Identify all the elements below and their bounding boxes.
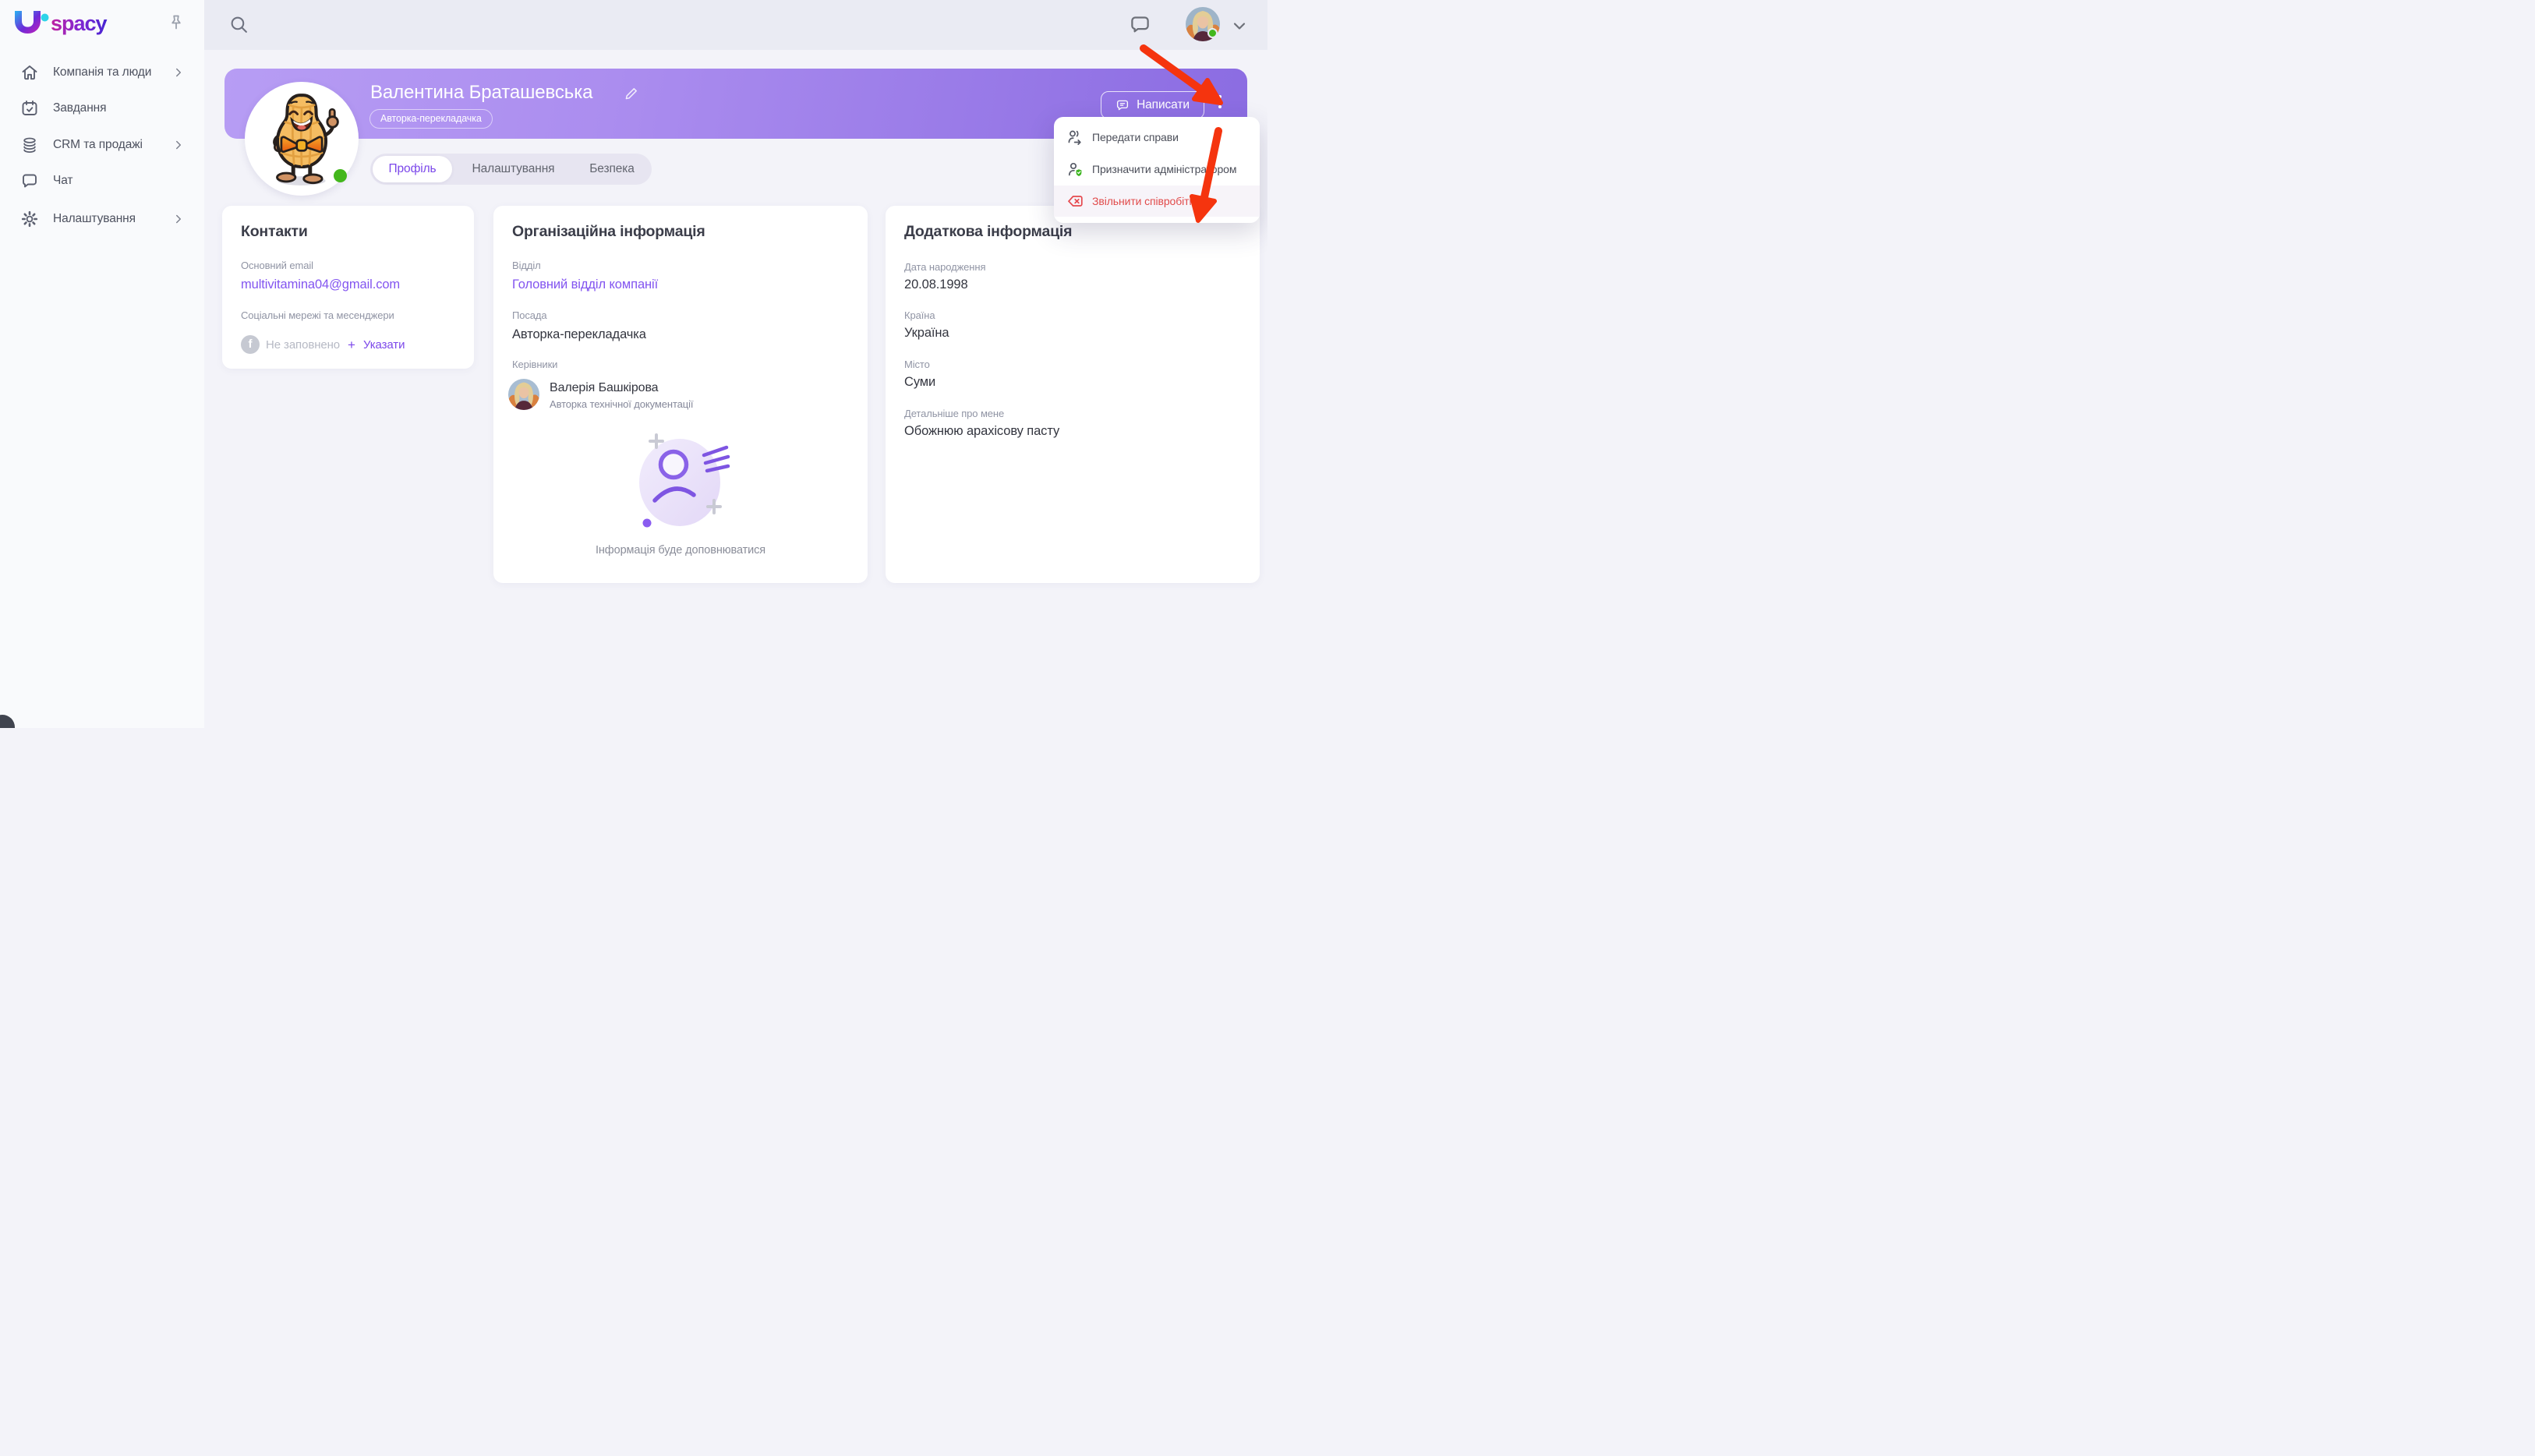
social-empty-text: Не заповнено — [266, 338, 340, 352]
chevron-right-icon — [171, 65, 186, 80]
org-card-title: Організаційна інформація — [512, 223, 705, 241]
manager-row[interactable]: Валерія Башкірова Авторка технічної доку… — [508, 379, 836, 412]
chevron-right-icon — [171, 212, 186, 226]
svg-text:spacy: spacy — [51, 12, 108, 35]
top-bar — [204, 0, 1268, 50]
peanut-character — [258, 90, 345, 188]
email-label: Основний email — [241, 260, 313, 271]
birthdate-value: 20.08.1998 — [904, 277, 968, 292]
sidebar-item-chat[interactable]: Чат — [11, 165, 192, 196]
chevron-right-icon — [171, 138, 186, 152]
gear-icon — [20, 210, 39, 228]
menu-item-dismiss-employee[interactable]: Звільнити співробітника — [1054, 186, 1260, 217]
tab-profile[interactable]: Профіль — [373, 156, 452, 182]
position-value: Авторка-перекладачка — [512, 327, 646, 342]
contacts-card-title: Контакти — [241, 223, 308, 241]
profile-name: Валентина Браташевська — [370, 82, 592, 104]
menu-item-make-admin[interactable]: Призначити адміністратором — [1054, 154, 1260, 185]
profile-status-dot — [334, 169, 347, 182]
extra-info-card: Додаткова інформація Дата народження 20.… — [886, 206, 1260, 583]
search-icon[interactable] — [229, 15, 249, 34]
city-label: Місто — [904, 359, 930, 370]
tab-settings[interactable]: Налаштування — [452, 162, 575, 176]
sidebar: spacy Компанія та люди Завдання — [0, 0, 204, 728]
uspacy-app: spacy Компанія та люди Завдання — [0, 0, 1268, 728]
department-label: Відділ — [512, 260, 541, 271]
crm-stack-icon — [20, 136, 39, 154]
extra-card-title: Додаткова інформація — [904, 223, 1072, 241]
department-link[interactable]: Головний відділ компанії — [512, 277, 658, 292]
role-badge: Авторка-перекладачка — [369, 109, 493, 129]
messenger-icon[interactable] — [1130, 14, 1151, 35]
write-button[interactable]: Написати — [1101, 91, 1204, 119]
manager-name: Валерія Башкірова — [550, 381, 658, 395]
managers-label: Керівники — [512, 359, 557, 370]
chat-icon — [20, 171, 39, 190]
chevron-down-icon[interactable] — [1230, 16, 1249, 35]
calendar-check-icon — [20, 99, 39, 118]
uspacy-logo[interactable]: spacy — [12, 9, 114, 38]
transfer-icon — [1066, 129, 1084, 146]
pin-icon[interactable] — [167, 13, 186, 32]
contacts-card: Контакти Основний email multivitamina04@… — [222, 206, 474, 369]
write-chat-icon — [1115, 98, 1130, 112]
sidebar-item-label: Налаштування — [53, 212, 136, 226]
dismiss-icon — [1066, 193, 1084, 210]
sidebar-item-label: Чат — [53, 174, 72, 188]
menu-item-transfer[interactable]: Передати справи — [1054, 122, 1260, 153]
sidebar-item-label: CRM та продажі — [53, 138, 143, 152]
home-icon — [20, 63, 39, 82]
about-value: Обожнюю арахісову пасту — [904, 424, 1059, 439]
profile-tabs: Профіль Налаштування Безпека — [370, 154, 652, 185]
country-value: Україна — [904, 326, 949, 341]
kebab-menu-button[interactable] — [1213, 95, 1227, 115]
plus-icon[interactable]: + — [348, 337, 355, 353]
write-button-label: Написати — [1137, 98, 1190, 112]
sidebar-item-label: Компанія та люди — [53, 65, 151, 80]
empty-state-illustration — [630, 430, 731, 535]
city-value: Суми — [904, 375, 935, 390]
sidebar-item-settings[interactable]: Налаштування — [11, 203, 192, 235]
empty-state-caption: Інформація буде доповнюватися — [493, 544, 868, 557]
birthdate-label: Дата народження — [904, 261, 985, 273]
online-status-dot — [1207, 28, 1218, 38]
org-card: Організаційна інформація Відділ Головний… — [493, 206, 868, 583]
email-link[interactable]: multivitamina04@gmail.com — [241, 277, 400, 292]
manager-avatar — [508, 379, 539, 410]
add-social-link[interactable]: Указати — [363, 338, 405, 352]
menu-item-label: Передати справи — [1092, 131, 1179, 143]
facebook-icon: f — [241, 335, 260, 354]
sidebar-item-label: Завдання — [53, 101, 106, 115]
admin-shield-icon — [1066, 161, 1084, 178]
country-label: Країна — [904, 309, 935, 321]
sidebar-item-tasks[interactable]: Завдання — [11, 93, 192, 124]
position-label: Посада — [512, 309, 547, 321]
menu-item-label: Призначити адміністратором — [1092, 163, 1236, 175]
edit-name-icon[interactable] — [624, 87, 638, 101]
manager-role: Авторка технічної документації — [550, 398, 693, 410]
social-label: Соціальні мережі та месенджери — [241, 309, 394, 321]
tab-security[interactable]: Безпека — [575, 162, 649, 176]
sidebar-item-crm[interactable]: CRM та продажі — [11, 129, 192, 161]
about-label: Детальніше про мене — [904, 408, 1004, 419]
menu-item-label: Звільнити співробітника — [1092, 195, 1212, 207]
employee-context-menu: Передати справи Призначити адміністратор… — [1054, 117, 1260, 223]
sidebar-item-company[interactable]: Компанія та люди — [11, 57, 192, 88]
